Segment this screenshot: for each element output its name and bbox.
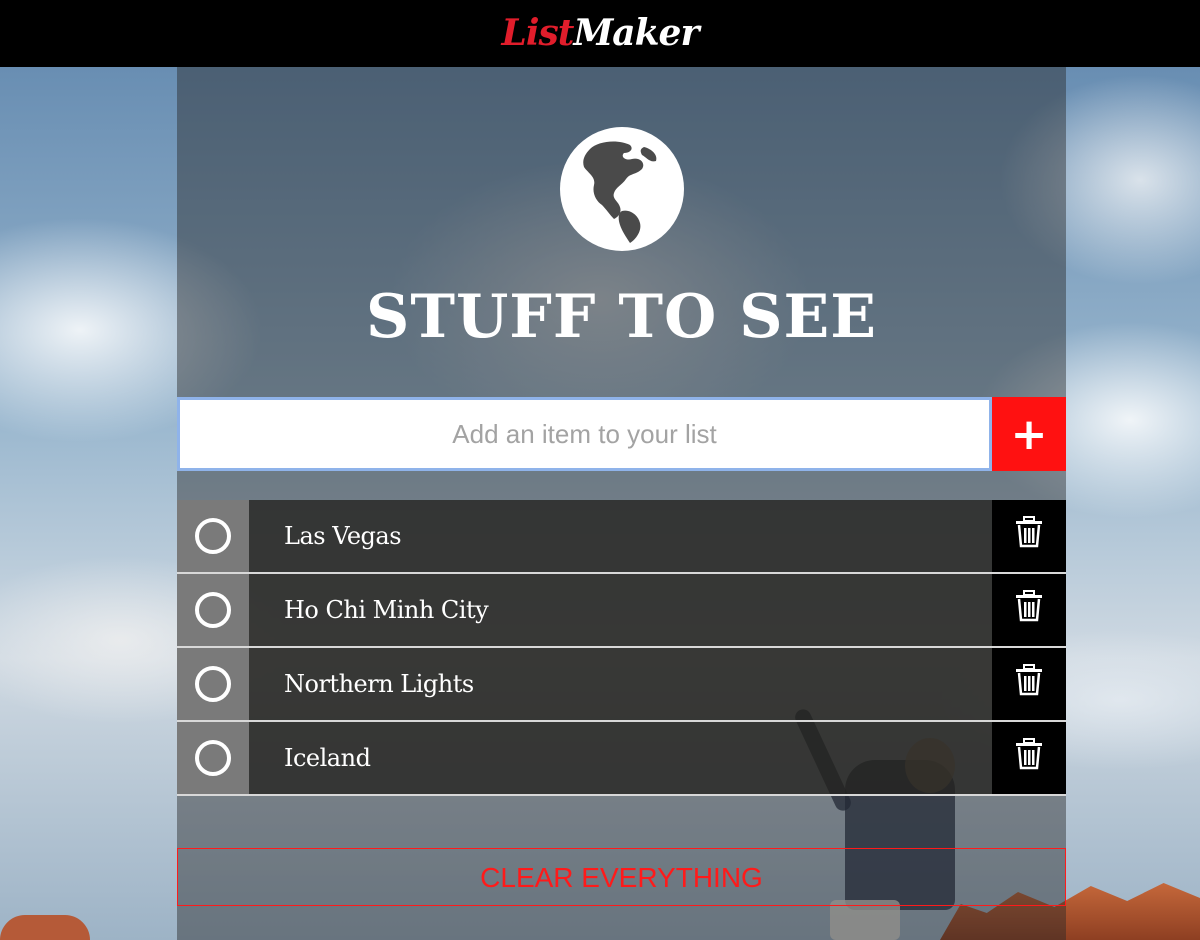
delete-item-button[interactable] [992,574,1066,646]
delete-item-button[interactable] [992,648,1066,720]
list-panel: STUFF TO SEE + Las Vegas [177,67,1066,940]
logo-list-text: List [501,12,575,54]
globe-icon [560,127,684,251]
circle-icon [195,518,231,554]
item-label: Northern Lights [284,670,474,698]
app-logo[interactable]: ListMaker [501,0,700,67]
trash-icon [1016,664,1042,696]
circle-icon [195,666,231,702]
item-checkbox[interactable] [177,722,249,794]
item-label: Ho Chi Minh City [284,596,489,624]
circle-icon [195,740,231,776]
todo-list: Las Vegas Ho Chi Minh City Northern Ligh… [177,500,1066,796]
add-item-row: + [177,397,1066,471]
delete-item-button[interactable] [992,500,1066,572]
add-item-button[interactable]: + [992,397,1066,471]
list-item: Las Vegas [177,500,1066,574]
logo-maker-text: Maker [573,12,699,54]
item-label-cell[interactable]: Iceland [249,722,992,794]
background-rocks [0,915,90,940]
item-checkbox[interactable] [177,500,249,572]
item-label: Iceland [284,744,371,772]
item-checkbox[interactable] [177,648,249,720]
item-label-cell[interactable]: Las Vegas [249,500,992,572]
trash-icon [1016,738,1042,770]
circle-icon [195,592,231,628]
add-item-input[interactable] [177,397,992,471]
item-label-cell[interactable]: Ho Chi Minh City [249,574,992,646]
item-label: Las Vegas [284,522,402,550]
item-checkbox[interactable] [177,574,249,646]
list-item: Northern Lights [177,648,1066,722]
delete-item-button[interactable] [992,722,1066,794]
list-item: Ho Chi Minh City [177,574,1066,648]
trash-icon [1016,516,1042,548]
trash-icon [1016,590,1042,622]
clear-everything-button[interactable]: CLEAR EVERYTHING [177,848,1066,906]
list-item: Iceland [177,722,1066,796]
page-title: STUFF TO SEE [366,282,877,352]
app-header: ListMaker [0,0,1200,67]
item-label-cell[interactable]: Northern Lights [249,648,992,720]
